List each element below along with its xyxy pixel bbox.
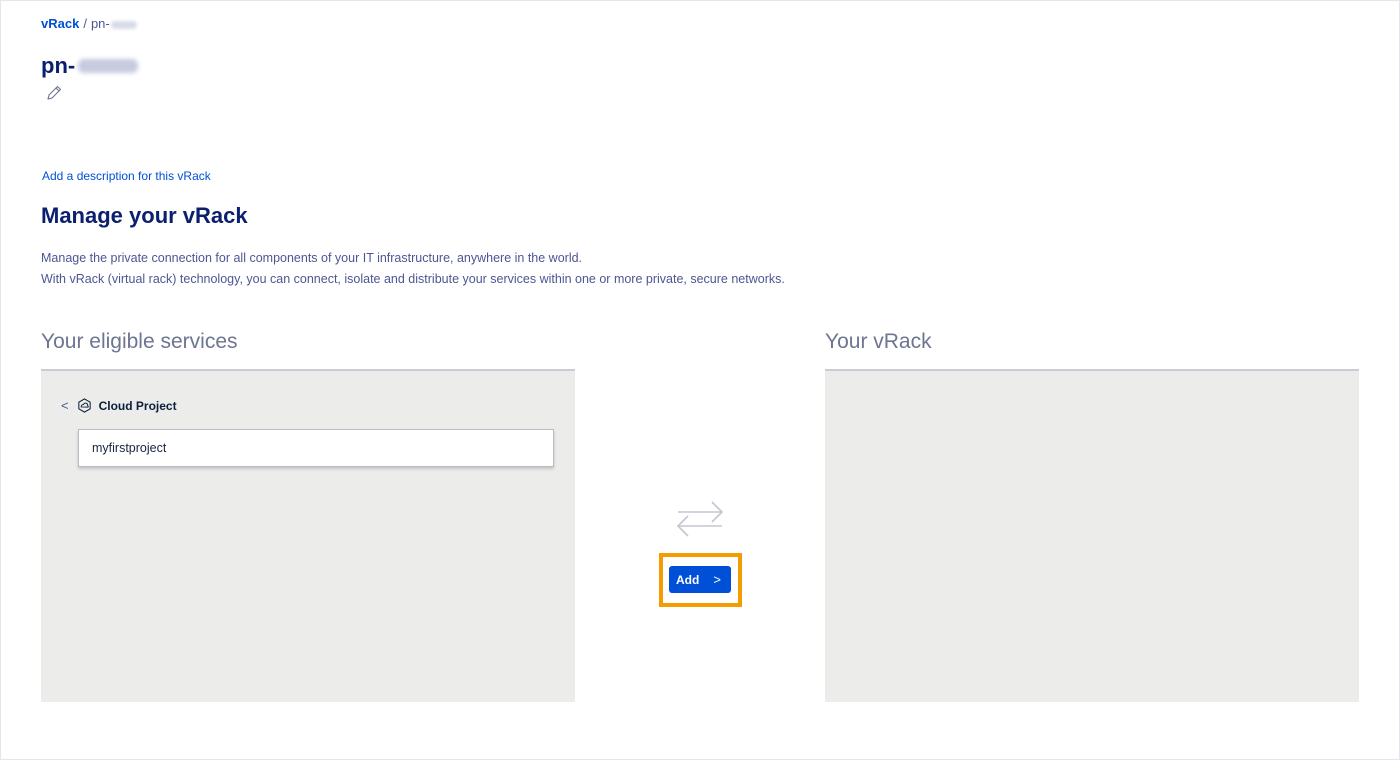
swap-arrows-icon	[676, 501, 724, 537]
page-title: pn-	[41, 53, 139, 79]
redacted-title-id	[78, 59, 139, 73]
add-button[interactable]: Add >	[669, 566, 731, 593]
category-row: < Cloud Project	[61, 397, 177, 414]
breadcrumb-current: pn-	[91, 16, 137, 31]
breadcrumb-current-label: pn-	[90, 16, 110, 31]
breadcrumb-separator: /	[83, 16, 87, 31]
add-button-label: Add	[676, 572, 700, 587]
category-label: Cloud Project	[98, 398, 177, 413]
intro-line-2: With vRack (virtual rack) technology, yo…	[41, 272, 785, 286]
breadcrumb-vrack-link[interactable]: vRack	[41, 16, 79, 31]
service-item-myfirstproject[interactable]: myfirstproject	[78, 429, 554, 467]
add-description-link[interactable]: Add a description for this vRack	[42, 169, 211, 183]
redacted-id	[110, 20, 137, 29]
chevron-right-icon: >	[713, 572, 721, 587]
intro-line-1: Manage the private connection for all co…	[41, 251, 583, 265]
cloud-project-icon	[77, 398, 91, 413]
eligible-services-title: Your eligible services	[41, 330, 238, 353]
page-title-text: pn-	[41, 53, 76, 78]
pencil-icon[interactable]	[45, 84, 63, 102]
chevron-left-icon[interactable]: <	[61, 398, 69, 413]
your-vrack-title: Your vRack	[825, 330, 932, 353]
your-vrack-panel	[825, 369, 1359, 702]
eligible-services-panel: < Cloud Project myfirstproject	[41, 369, 575, 702]
intro-text: Manage the private connection for all co…	[41, 248, 785, 290]
breadcrumb: vRack / pn-	[41, 16, 137, 31]
manage-vrack-title: Manage your vRack	[41, 203, 248, 228]
